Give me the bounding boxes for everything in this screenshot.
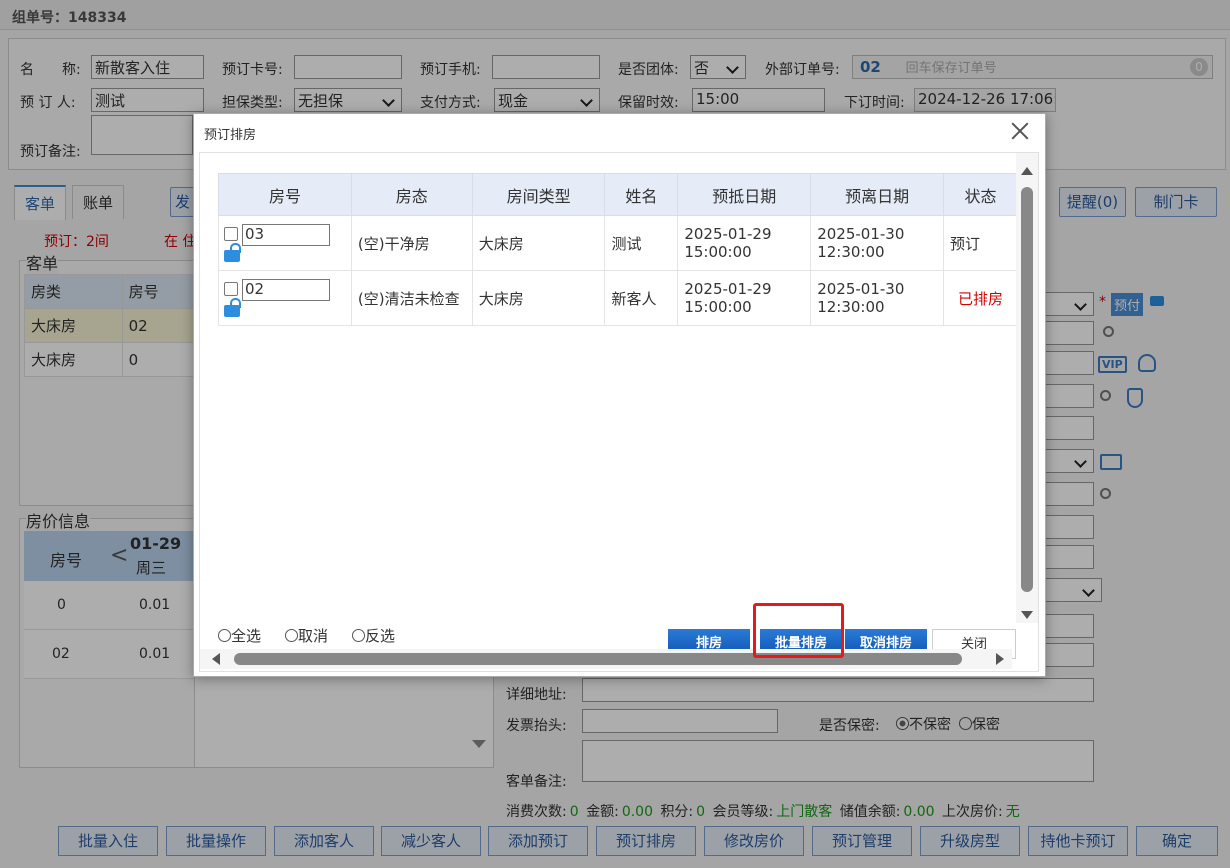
col-type: 房间类型 bbox=[471, 173, 606, 216]
close-icon[interactable] bbox=[1009, 120, 1031, 142]
scrollbar-thumb[interactable] bbox=[1021, 187, 1033, 592]
row-checkbox[interactable] bbox=[224, 282, 238, 296]
radio-invert[interactable]: 反选 bbox=[352, 625, 395, 646]
room-status: (空)干净房 bbox=[350, 215, 473, 271]
date: 2025-01-29 bbox=[684, 225, 772, 243]
time: 12:30:00 bbox=[817, 298, 885, 316]
leave-datetime: 2025-01-30 12:30:00 bbox=[810, 270, 945, 326]
date: 2025-01-30 bbox=[817, 225, 905, 243]
scrollbar-thumb[interactable] bbox=[234, 653, 962, 665]
col-name: 姓名 bbox=[604, 173, 679, 216]
time: 15:00:00 bbox=[684, 243, 752, 261]
date: 2025-01-29 bbox=[684, 280, 772, 298]
leave-datetime: 2025-01-30 12:30:00 bbox=[810, 215, 945, 271]
col-arrive: 预抵日期 bbox=[677, 173, 812, 216]
radio-cancel[interactable]: 取消 bbox=[285, 625, 328, 646]
dialog-title: 预订排房 bbox=[204, 128, 257, 143]
scroll-left-icon[interactable] bbox=[212, 653, 220, 665]
room-number-input[interactable]: 03 bbox=[242, 224, 330, 246]
room-table: 房号 房态 房间类型 姓名 预抵日期 预离日期 状态 03 (空)干净房 大床房… bbox=[218, 173, 1018, 326]
date: 2025-01-30 bbox=[817, 280, 905, 298]
time: 15:00:00 bbox=[684, 298, 752, 316]
unlock-icon[interactable] bbox=[224, 243, 241, 262]
unlock-icon[interactable] bbox=[224, 298, 241, 317]
table-row[interactable]: 03 (空)干净房 大床房 测试 2025-01-29 15:00:00 2025… bbox=[218, 215, 1018, 271]
scroll-down-icon[interactable] bbox=[1021, 611, 1033, 619]
col-room: 房号 bbox=[218, 173, 352, 216]
vertical-scrollbar[interactable] bbox=[1016, 153, 1038, 623]
arrive-datetime: 2025-01-29 15:00:00 bbox=[677, 215, 812, 271]
scroll-right-icon[interactable] bbox=[996, 653, 1004, 665]
booking-state: 预订 bbox=[943, 215, 1018, 271]
col-state: 状态 bbox=[943, 173, 1018, 216]
radio-select-all[interactable]: 全选 bbox=[218, 625, 261, 646]
table-row[interactable]: 02 (空)清洁未检查 大床房 新客人 2025-01-29 15:00:00 2… bbox=[218, 270, 1018, 326]
guest-name: 新客人 bbox=[604, 270, 679, 326]
guest-name: 测试 bbox=[604, 215, 679, 271]
dialog-body: 房号 房态 房间类型 姓名 预抵日期 预离日期 状态 03 (空)干净房 大床房… bbox=[199, 152, 1039, 672]
room-type: 大床房 bbox=[471, 215, 606, 271]
room-number-input[interactable]: 02 bbox=[242, 279, 330, 301]
time: 12:30:00 bbox=[817, 243, 885, 261]
room-type: 大床房 bbox=[471, 270, 606, 326]
col-leave: 预离日期 bbox=[810, 173, 945, 216]
arrive-datetime: 2025-01-29 15:00:00 bbox=[677, 270, 812, 326]
radio-label: 全选 bbox=[231, 627, 262, 645]
col-status: 房态 bbox=[350, 173, 473, 216]
assign-room-dialog: 预订排房 房号 房态 房间类型 姓名 预抵日期 预离日期 状态 03 (空)干净… bbox=[193, 113, 1046, 677]
row-checkbox[interactable] bbox=[224, 227, 238, 241]
horizontal-scrollbar[interactable] bbox=[200, 649, 1012, 669]
room-status: (空)清洁未检查 bbox=[350, 270, 473, 326]
radio-label: 反选 bbox=[365, 627, 396, 645]
radio-label: 取消 bbox=[298, 627, 329, 645]
booking-state: 已排房 bbox=[943, 270, 1018, 326]
scroll-up-icon[interactable] bbox=[1021, 167, 1033, 175]
highlight-box bbox=[753, 603, 844, 658]
